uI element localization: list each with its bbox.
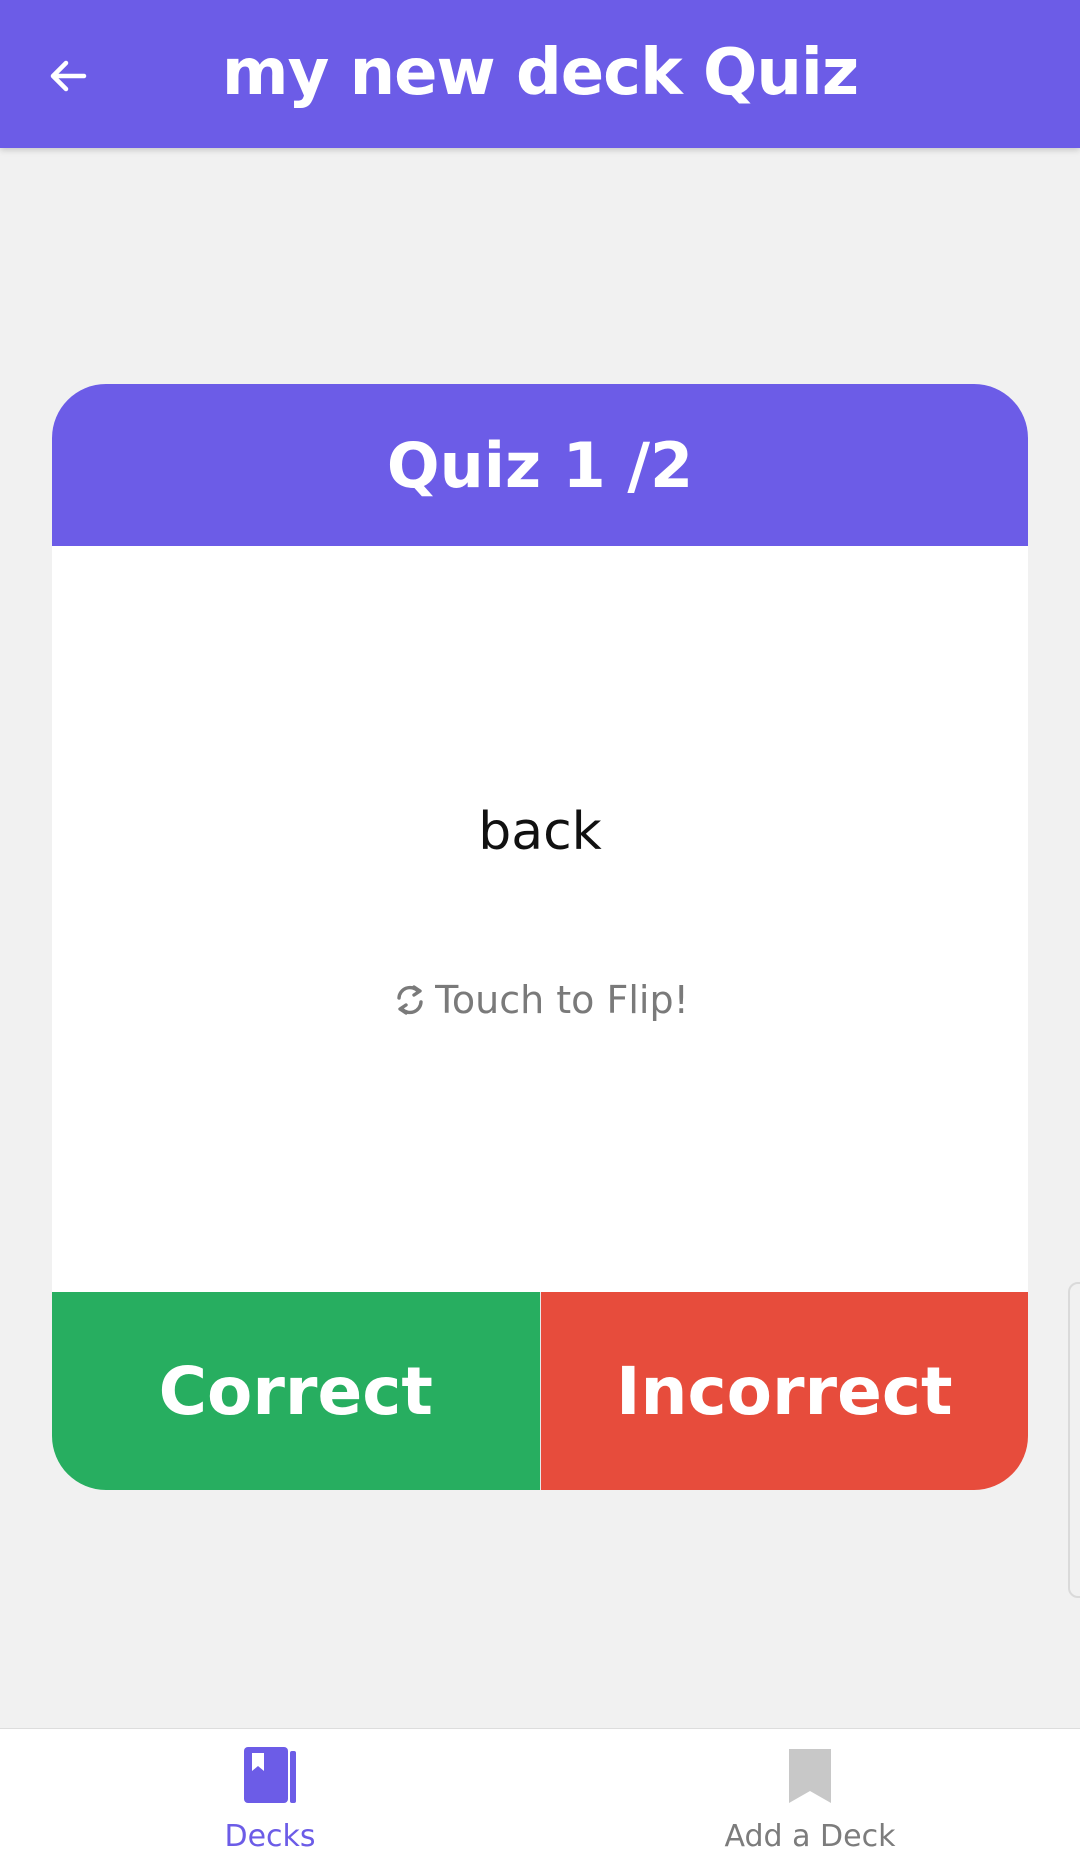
- flip-hint: Touch to Flip!: [52, 978, 1028, 1022]
- nav-item-add-deck[interactable]: Add a Deck: [540, 1729, 1080, 1858]
- edge-panel-handle[interactable]: [1068, 1282, 1080, 1598]
- flashcard-face[interactable]: back Touch to Flip!: [52, 546, 1028, 1292]
- card-face-text: back: [478, 802, 602, 862]
- quiz-card: Quiz 1 /2 back Touch to Flip! Correct In…: [52, 384, 1028, 1490]
- answer-buttons: Correct Incorrect: [52, 1292, 1028, 1490]
- nav-label-decks: Decks: [224, 1819, 316, 1854]
- flip-arrows-icon: [391, 981, 429, 1019]
- app-header: my new deck Quiz: [0, 0, 1080, 148]
- nav-label-add-deck: Add a Deck: [724, 1819, 896, 1854]
- bottom-nav: Decks Add a Deck: [0, 1728, 1080, 1858]
- incorrect-button[interactable]: Incorrect: [540, 1292, 1028, 1490]
- quiz-card-header: Quiz 1 /2: [52, 384, 1028, 546]
- nav-item-decks[interactable]: Decks: [0, 1729, 540, 1858]
- quiz-screen: my new deck Quiz Quiz 1 /2 back Touch to…: [0, 0, 1080, 1858]
- book-icon: [240, 1743, 300, 1807]
- page-title: my new deck Quiz: [221, 36, 859, 110]
- flip-hint-label: Touch to Flip!: [435, 978, 689, 1022]
- quiz-progress: Quiz 1 /2: [386, 428, 694, 502]
- correct-button[interactable]: Correct: [52, 1292, 541, 1490]
- bookmark-icon: [785, 1743, 835, 1807]
